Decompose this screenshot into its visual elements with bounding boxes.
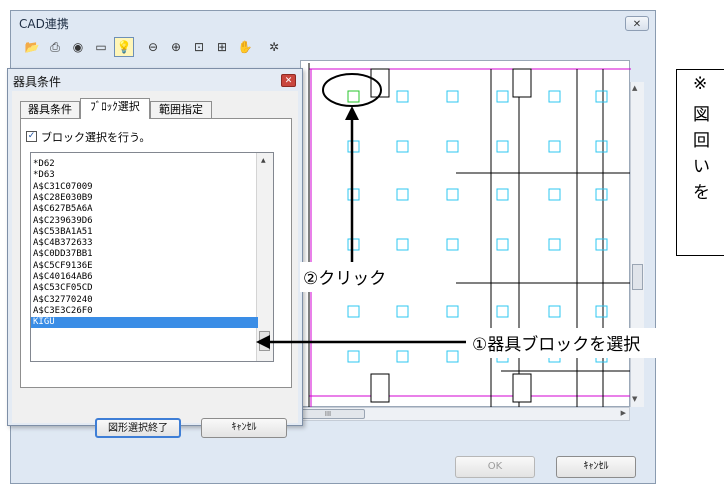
click-target-ellipse (322, 73, 382, 107)
click-arrow-head (345, 106, 359, 120)
note-line: 図 (693, 105, 710, 125)
note-box: ※ 図回いを (676, 69, 724, 256)
select-arrow-head (256, 335, 270, 349)
note-line: を (693, 183, 710, 203)
note-line: ※ (693, 74, 708, 94)
annotation-overlay (256, 73, 724, 358)
tab-block-select[interactable]: ﾌﾞﾛｯｸ選択 (80, 98, 150, 119)
click-instruction-label: ②クリック (303, 269, 387, 289)
note-line: 回 (693, 131, 710, 151)
select-instruction-label: ①器具ブロックを選択 (472, 335, 641, 355)
note-line: い (693, 157, 710, 177)
